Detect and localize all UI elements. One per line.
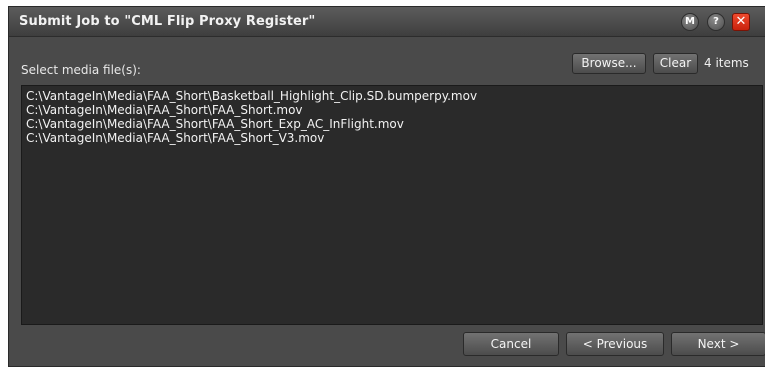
item-count: 4 items <box>704 56 749 70</box>
submit-job-dialog: Submit Job to "CML Flip Proxy Register" … <box>8 6 765 367</box>
select-media-label: Select media file(s): <box>21 63 141 77</box>
help-icon[interactable]: ? <box>707 13 725 31</box>
file-list-item[interactable]: C:\VantageIn\Media\FAA_Short\FAA_Short.m… <box>26 103 762 117</box>
cancel-button[interactable]: Cancel <box>463 332 559 356</box>
close-icon[interactable]: ✕ <box>732 13 750 31</box>
dialog-title: Submit Job to "CML Flip Proxy Register" <box>19 14 316 29</box>
manual-button[interactable]: M <box>681 13 699 31</box>
dialog-titlebar[interactable]: Submit Job to "CML Flip Proxy Register" … <box>9 7 765 37</box>
file-list-item[interactable]: C:\VantageIn\Media\FAA_Short\FAA_Short_E… <box>26 117 762 131</box>
previous-button[interactable]: < Previous <box>566 332 664 356</box>
file-list-item[interactable]: C:\VantageIn\Media\FAA_Short\Basketball_… <box>26 89 762 103</box>
media-file-list[interactable]: C:\VantageIn\Media\FAA_Short\Basketball_… <box>21 85 763 325</box>
file-list-item[interactable]: C:\VantageIn\Media\FAA_Short\FAA_Short_V… <box>26 131 762 145</box>
browse-button[interactable]: Browse... <box>572 53 646 74</box>
next-button[interactable]: Next > <box>671 332 765 356</box>
clear-button[interactable]: Clear <box>653 53 698 74</box>
